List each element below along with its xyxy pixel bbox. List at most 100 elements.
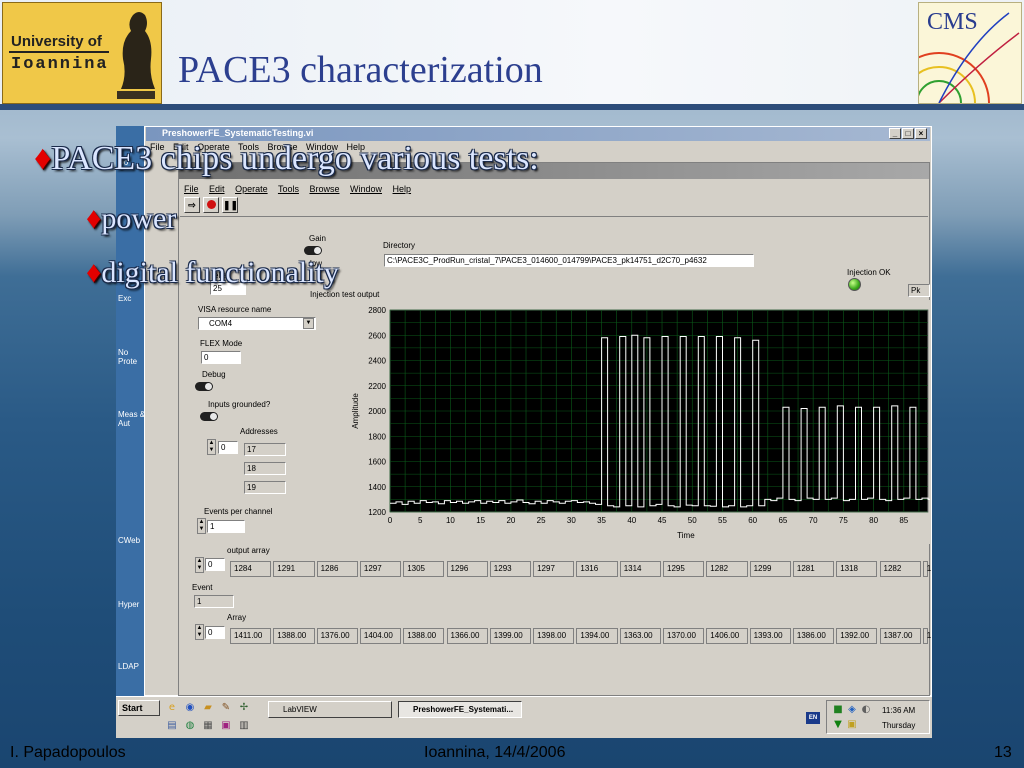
- language-indicator[interactable]: EN: [806, 712, 820, 724]
- output-array-spinner[interactable]: ▲ ▼: [195, 557, 204, 573]
- vi-icon[interactable]: ▣: [220, 720, 232, 732]
- address-cell[interactable]: 19: [244, 481, 286, 494]
- pk-button[interactable]: Pk: [908, 284, 930, 297]
- inner-menu-operate[interactable]: Operate: [235, 184, 268, 194]
- run-arrow-icon[interactable]: ⇨: [184, 197, 200, 213]
- output-array-cell[interactable]: 1296: [446, 561, 488, 577]
- output-array-cell[interactable]: 1305: [403, 561, 445, 577]
- value-array-cell[interactable]: 1388.00: [403, 628, 445, 644]
- printer-icon[interactable]: ▦: [202, 720, 214, 732]
- outer-window-titlebar[interactable]: PreshowerFE_SystematicTesting.vi _ □ ×: [146, 127, 930, 141]
- x-tick-label: 85: [899, 516, 908, 525]
- value-array-cell[interactable]: 1387.00: [879, 628, 921, 644]
- clock-time[interactable]: 11:36 AM: [882, 706, 915, 715]
- tray-green-icon[interactable]: ■: [832, 704, 844, 716]
- document-icon[interactable]: ▤: [166, 720, 178, 732]
- output-array-cell[interactable]: 1297: [533, 561, 575, 577]
- task-preshower-vi[interactable]: PreshowerFE_Systemati...: [398, 701, 522, 718]
- output-array-cell[interactable]: 1282: [879, 561, 921, 577]
- close-button[interactable]: ×: [915, 128, 927, 139]
- ie-icon[interactable]: e: [166, 702, 178, 714]
- addresses-index-spinner[interactable]: ▲ ▼: [207, 439, 216, 455]
- y-axis-label: Amplitude: [351, 393, 360, 429]
- output-array-cell[interactable]: 1: [922, 561, 931, 577]
- events-per-channel-field[interactable]: 1: [207, 520, 245, 533]
- inner-menu-tools[interactable]: Tools: [278, 184, 299, 194]
- inputs-grounded-switch[interactable]: [200, 412, 218, 421]
- chevron-down-icon[interactable]: ▼: [303, 318, 314, 329]
- array-spinner[interactable]: ▲ ▼: [195, 624, 204, 640]
- globe-icon[interactable]: ◍: [184, 720, 196, 732]
- value-array-cell[interactable]: 1393.00: [749, 628, 791, 644]
- inner-menu-edit[interactable]: Edit: [209, 184, 225, 194]
- x-tick-label: 70: [809, 516, 818, 525]
- value-array-cell[interactable]: 1366.00: [446, 628, 488, 644]
- addresses-index[interactable]: 0: [218, 441, 238, 454]
- network-icon[interactable]: ✢: [238, 702, 250, 714]
- output-array-cell[interactable]: 1284: [230, 561, 272, 577]
- inner-menu-window[interactable]: Window: [350, 184, 382, 194]
- address-cell[interactable]: 18: [244, 462, 286, 475]
- event-field[interactable]: 1: [194, 595, 234, 608]
- value-array-cell[interactable]: 1386.00: [792, 628, 835, 644]
- output-array-cell[interactable]: 1316: [576, 561, 618, 577]
- visa-select[interactable]: COM4 ▼: [198, 317, 316, 330]
- output-array-cell[interactable]: 1314: [619, 561, 661, 577]
- inner-menu-help[interactable]: Help: [393, 184, 412, 194]
- debug-switch[interactable]: [195, 382, 213, 391]
- tray-v-icon[interactable]: ▼: [832, 719, 844, 731]
- value-array-cell[interactable]: 1406.00: [706, 628, 748, 644]
- value-array-cell[interactable]: 1404.00: [359, 628, 402, 644]
- inner-menu-file[interactable]: File: [184, 184, 199, 194]
- visa-label: VISA resource name: [198, 305, 272, 314]
- tray-network-icon[interactable]: ◈: [846, 704, 858, 716]
- value-array-cell[interactable]: 1376.00: [316, 628, 358, 644]
- output-array-cell[interactable]: 1281: [792, 561, 835, 577]
- value-array-cell[interactable]: 1398.00: [533, 628, 575, 644]
- task-labview[interactable]: LabVIEW: [268, 701, 392, 718]
- events-spinner[interactable]: ▲ ▼: [197, 518, 206, 534]
- gain-switch[interactable]: [304, 246, 322, 255]
- university-logo-line2: Ioannina: [11, 55, 109, 74]
- output-array-cell[interactable]: 1282: [706, 561, 748, 577]
- output-array-cell[interactable]: 1291: [273, 561, 315, 577]
- output-array-cell[interactable]: 1293: [489, 561, 532, 577]
- pause-icon[interactable]: ❚❚: [222, 197, 238, 213]
- outlook-icon[interactable]: ◉: [184, 702, 196, 714]
- value-array-cell[interactable]: 1363.00: [619, 628, 661, 644]
- terminal-icon[interactable]: ▥: [238, 720, 250, 732]
- tray-speaker-icon[interactable]: ◐: [860, 704, 872, 716]
- minimize-button[interactable]: _: [889, 128, 901, 139]
- pencil-icon[interactable]: ✎: [220, 702, 232, 714]
- value-array-cell[interactable]: 1392.00: [836, 628, 878, 644]
- address-cell[interactable]: 17: [244, 443, 286, 456]
- output-array-cell[interactable]: 1286: [316, 561, 358, 577]
- directory-label: Directory: [383, 241, 416, 250]
- debug-label: Debug: [202, 370, 226, 379]
- value-array-cell[interactable]: 1394.00: [576, 628, 618, 644]
- directory-field[interactable]: C:\PACE3C_ProdRun_cristal_7\PACE3_014600…: [384, 254, 754, 267]
- start-button[interactable]: Start: [118, 700, 160, 716]
- output-array-cell[interactable]: 1318: [836, 561, 878, 577]
- value-array-cell[interactable]: 1388.00: [273, 628, 315, 644]
- value-array-cell[interactable]: 1370.00: [663, 628, 705, 644]
- x-tick-label: 55: [718, 516, 727, 525]
- maximize-button[interactable]: □: [902, 128, 914, 139]
- x-tick-label: 25: [537, 516, 546, 525]
- inner-menu-browse[interactable]: Browse: [309, 184, 339, 194]
- folder-icon[interactable]: ▰: [202, 702, 214, 714]
- abort-button[interactable]: [203, 197, 219, 213]
- x-tick-label: 5: [418, 516, 423, 525]
- value-array-cell[interactable]: 1411.00: [230, 628, 272, 644]
- output-array-index[interactable]: 0: [205, 558, 225, 571]
- value-array-cell[interactable]: 1: [922, 628, 931, 644]
- event-label: Event: [192, 583, 213, 592]
- output-array-cell[interactable]: 1295: [663, 561, 705, 577]
- x-tick-label: 0: [388, 516, 393, 525]
- array-index[interactable]: 0: [205, 626, 225, 639]
- flex-mode-field[interactable]: 0: [201, 351, 241, 364]
- tray-shield-icon[interactable]: ▣: [846, 719, 858, 731]
- value-array-cell[interactable]: 1399.00: [489, 628, 532, 644]
- output-array-cell[interactable]: 1297: [359, 561, 402, 577]
- output-array-cell[interactable]: 1299: [749, 561, 791, 577]
